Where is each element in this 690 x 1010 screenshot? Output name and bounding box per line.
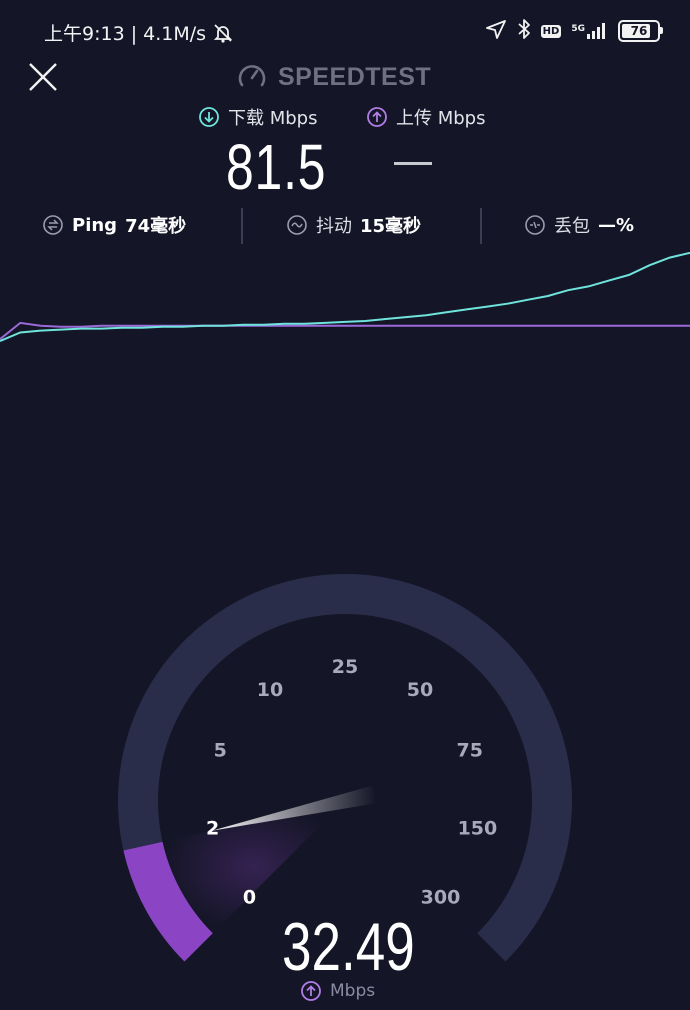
current-speed-value: 32.49 — [282, 909, 415, 985]
gauge-tick-label: 300 — [421, 887, 461, 909]
alarm-off-icon — [212, 23, 234, 45]
signal-icon: 5G — [571, 22, 608, 40]
unit-label: Mbps — [330, 981, 376, 1001]
download-label: 下载 Mbps — [198, 104, 317, 130]
speed-graph — [0, 251, 690, 343]
gauge-tick-label: 150 — [458, 817, 498, 839]
ping-icon — [43, 215, 63, 235]
gauge-tick-label: 75 — [456, 739, 482, 761]
status-separator: | — [130, 23, 144, 45]
jitter-value: 15毫秒 — [360, 216, 422, 237]
battery-level: 76 — [630, 24, 648, 38]
gauge-tick-label: 0 — [243, 887, 256, 909]
network-type: 5G — [571, 24, 585, 34]
gauge-tick-label: 25 — [332, 656, 358, 678]
current-speed-unit: Mbps — [300, 980, 375, 1002]
ping-value: 74毫秒 — [125, 216, 187, 237]
status-left: 上午9:13 | 4.1M/s — [44, 19, 234, 46]
upload-arrow-icon — [367, 107, 387, 127]
stat-divider — [480, 208, 482, 244]
status-time: 上午9:13 — [44, 23, 125, 45]
location-arrow-icon — [485, 19, 507, 43]
upload-value-pending — [394, 162, 432, 165]
gauge-tick-label: 5 — [214, 739, 227, 761]
jitter-label: 抖动 — [316, 216, 352, 237]
ping-stat: Ping 74毫秒 — [42, 212, 186, 238]
upload-arrow-icon — [301, 981, 321, 1001]
close-icon — [29, 63, 57, 91]
status-net-speed: 4.1M/s — [143, 23, 207, 45]
upload-graph-line — [0, 321, 690, 340]
upload-label-text: 上传 Mbps — [396, 108, 486, 129]
upload-label: 上传 Mbps — [366, 104, 485, 130]
packet-loss-value: —% — [598, 214, 635, 236]
status-right: HD 5G 76 — [485, 18, 663, 44]
close-button[interactable] — [26, 60, 60, 94]
download-arrow-icon — [199, 107, 219, 127]
packet-loss-label: 丢包 — [554, 216, 590, 237]
stat-divider — [241, 208, 243, 244]
download-graph-line — [0, 251, 690, 343]
download-value: 81.5 — [226, 131, 327, 203]
speedometer-icon — [238, 65, 266, 87]
packet-loss-icon — [525, 215, 545, 235]
battery-icon: 76 — [618, 20, 663, 42]
jitter-icon — [287, 215, 307, 235]
status-bar: 上午9:13 | 4.1M/s HD 5G 76 — [0, 0, 690, 62]
bluetooth-icon — [517, 18, 531, 44]
download-label-text: 下载 Mbps — [228, 108, 318, 129]
gauge-tick-label: 10 — [257, 679, 283, 701]
ping-label: Ping — [72, 214, 118, 236]
brand-name: SPEEDTEST — [278, 62, 432, 91]
gauge-tick-label: 2 — [206, 817, 219, 839]
jitter-stat: 抖动 15毫秒 — [286, 212, 421, 238]
gauge-tick-label: 50 — [407, 679, 433, 701]
brand-logo: SPEEDTEST — [236, 60, 431, 94]
hd-badge: HD — [540, 24, 562, 38]
packet-loss-stat: 丢包 —% — [524, 212, 634, 238]
